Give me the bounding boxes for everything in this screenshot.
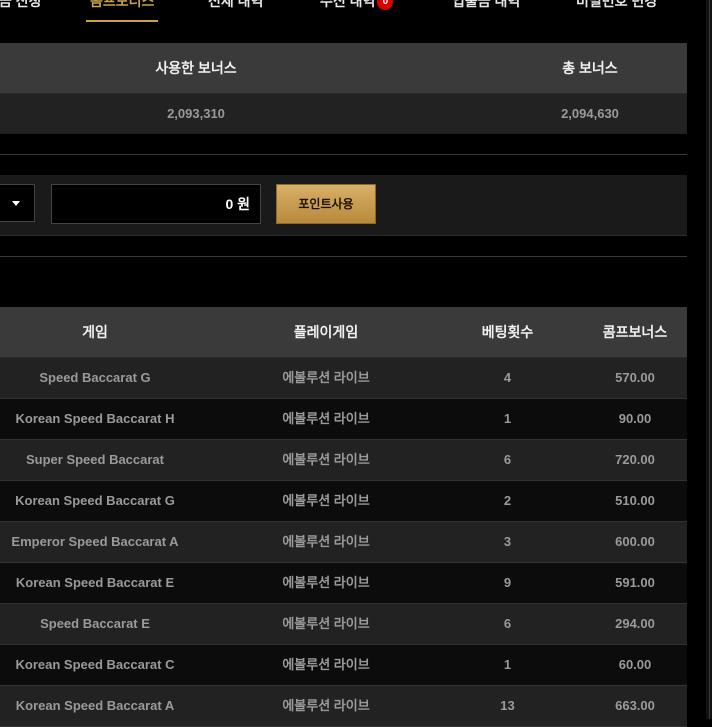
total-bonus-value: 2,094,630 — [561, 106, 619, 121]
tab-comp-bonus[interactable]: 콤프보너스 — [90, 0, 154, 14]
table-row: Korean Speed Baccarat A 에볼루션 라이브 13 663.00 — [0, 686, 687, 727]
active-tab-indicator — [86, 20, 158, 22]
comp-bonus-table: 게임 플레이게임 베팅횟수 콤프보너스 Speed Baccarat G 에볼루션… — [0, 307, 687, 727]
game-name: Korean Speed Baccarat C — [15, 657, 175, 672]
provider-name: 에볼루션 라이브 — [282, 452, 370, 467]
bet-count: 6 — [503, 452, 512, 467]
bet-count: 3 — [503, 534, 512, 549]
comp-bonus-value: 720.00 — [615, 452, 655, 467]
divider — [0, 256, 687, 257]
point-select-dropdown[interactable] — [0, 184, 35, 222]
game-name: Speed Baccarat E — [40, 616, 150, 631]
divider — [0, 154, 687, 155]
game-name: Super Speed Baccarat — [25, 452, 164, 467]
scrollbar-track — [709, 0, 710, 719]
bet-count: 1 — [503, 657, 512, 672]
provider-name: 에볼루션 라이브 — [282, 698, 370, 713]
comp-bonus-value: 90.00 — [618, 411, 652, 426]
comp-bonus-value: 600.00 — [615, 534, 655, 549]
bet-count: 1 — [503, 411, 512, 426]
game-name: Korean Speed Baccarat G — [15, 493, 175, 508]
bet-count: 4 — [503, 370, 512, 385]
chevron-down-icon — [12, 201, 20, 206]
tab-inbox[interactable]: 수신 내역 0 — [320, 0, 394, 14]
tab-all-history[interactable]: 전체 내역 — [208, 0, 263, 14]
unread-badge: 0 — [377, 0, 394, 11]
table-body: Speed Baccarat G 에볼루션 라이브 4 570.00 Korean Sp… — [0, 358, 687, 727]
tab-bar: 입금 신청 콤프보너스 전체 내역 수신 내역0 입출금 내역 비밀번호 변경 — [0, 0, 687, 22]
comp-bonus-value: 591.00 — [615, 575, 655, 590]
table-row: Korean Speed Baccarat H 에볼루션 라이브 1 90.00 — [0, 399, 687, 440]
comp-bonus-value: 60.00 — [618, 657, 652, 672]
provider-name: 에볼루션 라이브 — [282, 657, 370, 672]
col-comp-bonus: 콤프보너스 — [602, 324, 668, 340]
tab-transaction-history[interactable]: 입출금 내역 — [452, 0, 520, 14]
game-name: Emperor Speed Baccarat A — [11, 534, 179, 549]
used-bonus-value: 2,093,310 — [167, 106, 225, 121]
table-row: Korean Speed Baccarat C 에볼루션 라이브 1 60.00 — [0, 645, 687, 686]
summary-values: 2,093,310 2,094,630 — [0, 94, 687, 134]
tab-deposit[interactable]: 입금 신청 — [0, 0, 41, 14]
bonus-summary: 사용한 보너스 총 보너스 2,093,310 2,094,630 — [0, 43, 687, 134]
table-row: Korean Speed Baccarat E 에볼루션 라이브 9 591.00 — [0, 563, 687, 604]
tab-change-password[interactable]: 비밀번호 변경 — [576, 0, 657, 14]
col-provider: 플레이게임 — [293, 324, 359, 340]
provider-name: 에볼루션 라이브 — [282, 370, 370, 385]
point-amount-input[interactable]: 0 원 — [51, 184, 261, 224]
summary-header: 사용한 보너스 총 보너스 — [0, 43, 687, 94]
game-name: Speed Baccarat G — [39, 370, 151, 385]
bet-count: 6 — [503, 616, 512, 631]
provider-name: 에볼루션 라이브 — [282, 493, 370, 508]
total-bonus-header: 총 보너스 — [562, 60, 618, 76]
comp-bonus-value: 663.00 — [615, 698, 655, 713]
provider-name: 에볼루션 라이브 — [282, 411, 370, 426]
comp-bonus-value: 510.00 — [615, 493, 655, 508]
game-name: Korean Speed Baccarat A — [15, 698, 175, 713]
table-row: Korean Speed Baccarat G 에볼루션 라이브 2 510.00 — [0, 481, 687, 522]
provider-name: 에볼루션 라이브 — [282, 575, 370, 590]
bet-count: 2 — [503, 493, 512, 508]
provider-name: 에볼루션 라이브 — [282, 534, 370, 549]
game-name: Korean Speed Baccarat E — [15, 575, 175, 590]
use-points-button[interactable]: 포인트사용 — [276, 184, 376, 224]
table-header: 게임 플레이게임 베팅횟수 콤프보너스 — [0, 307, 687, 358]
provider-name: 에볼루션 라이브 — [282, 616, 370, 631]
bet-count: 13 — [500, 698, 515, 713]
col-bet-count: 베팅횟수 — [481, 324, 534, 340]
comp-bonus-value: 570.00 — [615, 370, 655, 385]
bet-count: 9 — [503, 575, 512, 590]
table-row: Super Speed Baccarat 에볼루션 라이브 6 720.00 — [0, 440, 687, 481]
used-bonus-header: 사용한 보너스 — [155, 60, 237, 76]
point-use-bar: 0 원 포인트사용 — [0, 175, 687, 236]
table-row: Speed Baccarat E 에볼루션 라이브 6 294.00 — [0, 604, 687, 645]
col-game: 게임 — [82, 324, 108, 340]
table-row: Speed Baccarat G 에볼루션 라이브 4 570.00 — [0, 358, 687, 399]
table-row: Emperor Speed Baccarat A 에볼루션 라이브 3 600.00 — [0, 522, 687, 563]
comp-bonus-value: 294.00 — [615, 616, 655, 631]
game-name: Korean Speed Baccarat H — [15, 411, 175, 426]
